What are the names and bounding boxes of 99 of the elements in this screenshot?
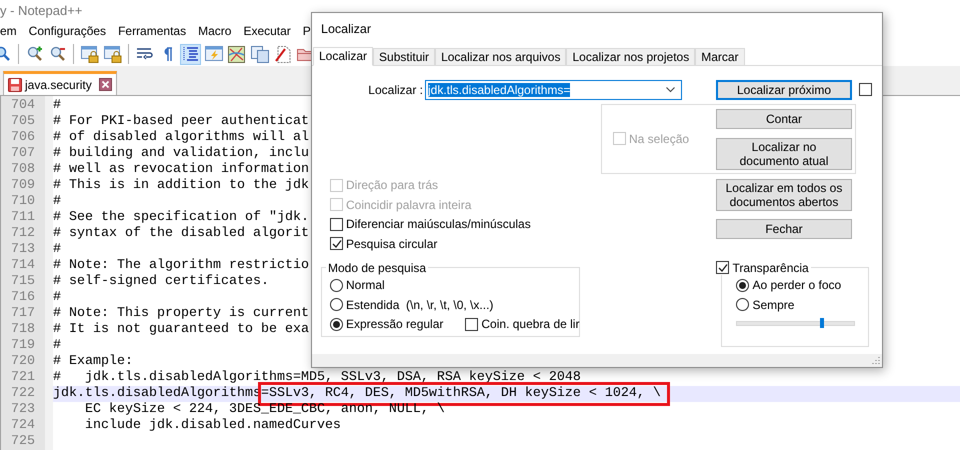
radio-label: Ao perder o foco (752, 278, 842, 292)
code-line: # well as revocation information (53, 162, 309, 178)
code-line: # syntax of the disabled algorit (53, 226, 309, 242)
line-number: 704 (10, 98, 36, 114)
checkbox-label: Direção para trás (346, 178, 438, 192)
checkbox-label: Transparência (732, 260, 809, 275)
dialog-title: Localizar (321, 22, 372, 36)
code-line: include jdk.disabled.namedCurves (84, 418, 341, 434)
map-icon[interactable] (228, 46, 245, 62)
checkbox[interactable] (716, 261, 730, 274)
line-number: 712 (10, 226, 36, 242)
radio-button[interactable] (330, 318, 343, 331)
document-pen-icon[interactable] (274, 46, 290, 62)
code-line: # For PKI-based peer authenticat (53, 114, 309, 130)
radio-button[interactable] (330, 298, 343, 312)
radio-label: Sempre (752, 298, 794, 312)
window-lightning-icon[interactable] (204, 46, 222, 62)
checkbox-label: Coincidir palavra inteira (346, 198, 472, 212)
dialog-tab[interactable]: Substituir (373, 48, 436, 65)
line-number: 725 (10, 434, 36, 450)
window-lock-icon[interactable] (104, 46, 122, 62)
line-number: 723 (10, 402, 36, 418)
code-line: # (53, 98, 61, 114)
find-next-button[interactable]: Localizar próximo (716, 80, 852, 100)
dialog-tab[interactable]: Marcar (695, 48, 745, 65)
line-number: 715 (10, 274, 36, 290)
word-wrap-icon[interactable] (136, 47, 153, 61)
dialog-button[interactable]: Fechar (716, 218, 852, 239)
line-number: 724 (10, 418, 36, 434)
window-title: y - Notepad++ (0, 2, 82, 18)
line-number: 708 (10, 162, 36, 178)
dialog-button[interactable]: Localizar em todos os documentos abertos (716, 178, 852, 211)
radio-label: Normal (346, 278, 385, 292)
line-number: 719 (10, 338, 36, 354)
dialog-tab[interactable]: Localizar nos arquivos (435, 48, 566, 65)
code-line: # (53, 242, 61, 258)
zoom-in-icon[interactable] (26, 46, 42, 62)
dialog-button[interactable]: Contar (716, 108, 852, 129)
zoom-out-icon[interactable] (50, 46, 66, 62)
close-icon[interactable] (98, 78, 112, 91)
code-line: # (53, 194, 61, 210)
code-line: # of disabled algorithms will al (53, 130, 309, 146)
code-line: # Note: The algorithm restrictio (53, 258, 309, 274)
line-number: 721 (10, 370, 36, 386)
checkbox[interactable] (465, 318, 478, 331)
code-line: # building and validation, inclu (53, 146, 309, 162)
code-line: # It is not guaranteed to be exa (53, 322, 309, 338)
code-line: # self-signed certificates. (53, 274, 269, 290)
documents-icon[interactable] (250, 46, 268, 62)
code-line: # Note: This property is current (53, 306, 309, 322)
line-number: 718 (10, 322, 36, 338)
transparency-slider[interactable] (736, 320, 856, 326)
slider-thumb[interactable] (820, 318, 824, 328)
radio-label: Estendida (\n, \r, \t, \0, \x...) (346, 298, 494, 312)
dialog-tab[interactable]: Localizar (313, 46, 374, 66)
line-number: 710 (10, 194, 36, 210)
pilcrow-icon[interactable] (162, 46, 172, 62)
line-number: 716 (10, 290, 36, 306)
dropdown-caret-icon[interactable] (666, 86, 675, 93)
line-number: 711 (10, 210, 36, 226)
menu-item[interactable]: Executar (237, 24, 297, 38)
dialog-tab[interactable]: Localizar nos projetos (566, 48, 696, 65)
code-line: # Example: (53, 354, 133, 370)
line-number: 706 (10, 130, 36, 146)
radio-button[interactable] (736, 298, 750, 312)
line-number: 720 (10, 354, 36, 370)
checkbox-label: Diferenciar maiúsculas/minúsculas (346, 217, 531, 232)
line-number: 707 (10, 146, 36, 162)
checkbox[interactable] (859, 83, 872, 96)
indent-guide-icon[interactable] (182, 46, 198, 62)
menu-item[interactable]: Configurações (22, 24, 112, 38)
checkbox-label: Pesquisa circular (346, 236, 438, 251)
radio-label: Expressão regular (346, 317, 444, 332)
line-number: 714 (10, 258, 36, 274)
menu-item[interactable]: Ferramentas (112, 24, 192, 38)
code-line: # (53, 338, 61, 354)
checkbox-label: Na seleção (629, 132, 690, 146)
checkbox[interactable] (330, 237, 343, 250)
menu-item[interactable]: Macro (192, 24, 238, 38)
resize-grip-icon[interactable] (871, 356, 880, 365)
line-number: 713 (10, 242, 36, 258)
code-line: # (53, 290, 61, 306)
code-line: # See the specification of "jdk. (53, 210, 309, 226)
search-label: Localizar : (367, 82, 424, 97)
line-number: 709 (10, 178, 36, 194)
search-combo-field[interactable]: jdk.tls.disabledAlgorithms= (425, 80, 682, 100)
menu-item[interactable]: em (0, 24, 23, 38)
checkbox-label: Coin. quebra de lir (481, 317, 580, 332)
line-number: 705 (10, 114, 36, 130)
dialog-button[interactable]: Localizar no documento atual (716, 138, 852, 170)
radio-button[interactable] (736, 278, 750, 292)
window-lock-icon[interactable] (80, 46, 98, 62)
code-line: # This is in addition to the jdk (53, 178, 309, 194)
line-number: 722 (10, 386, 36, 402)
file-tab[interactable]: java.security (3, 71, 117, 95)
line-number: 717 (10, 306, 36, 322)
radio-button[interactable] (330, 278, 343, 292)
checkbox[interactable] (330, 218, 343, 231)
group-title: Modo de pesquisa (328, 260, 426, 275)
